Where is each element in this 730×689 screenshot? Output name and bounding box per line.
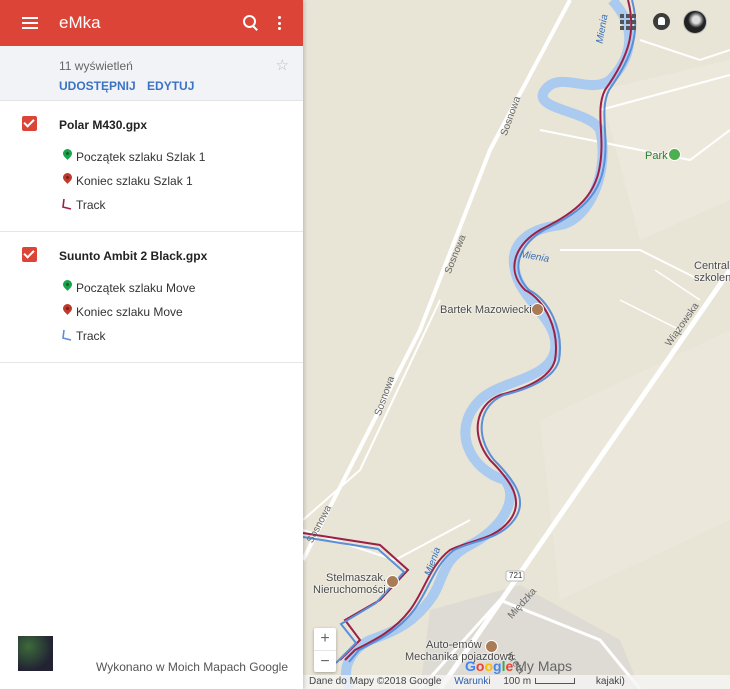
- apps-grid-icon[interactable]: [620, 14, 636, 30]
- attribution-trailing: kajaki): [595, 676, 625, 687]
- user-avatar[interactable]: [683, 10, 707, 34]
- red-track-icon: [62, 198, 72, 210]
- base-map-thumbnail[interactable]: [18, 636, 53, 671]
- list-item[interactable]: Koniec szlaku Szlak 1: [0, 170, 303, 194]
- layer-checkbox[interactable]: [22, 247, 37, 262]
- layer-name[interactable]: Polar M430.gpx: [59, 118, 147, 132]
- poi-stelmaszak-icon[interactable]: [386, 575, 399, 588]
- place-label-central-2: szkolen: [694, 272, 730, 284]
- scale-label: 100 m: [503, 676, 532, 687]
- list-item[interactable]: Track: [0, 325, 303, 349]
- footer-text: Wykonano w Moich Mapach Google: [96, 660, 288, 674]
- layer-polar: Polar M430.gpx Początek szlaku Szlak 1 K…: [0, 101, 303, 232]
- place-label-central: Central: [694, 260, 730, 272]
- zoom-control: + −: [314, 628, 336, 672]
- poi-auto-icon[interactable]: [485, 640, 498, 653]
- edit-button[interactable]: EDYTUJ: [147, 79, 194, 93]
- layer-header: Suunto Ambit 2 Black.gpx: [0, 232, 303, 277]
- map-attribution-bar: Dane do Mapy ©2018 Google Warunki 100 m …: [303, 675, 730, 689]
- park-label: Park: [645, 150, 668, 162]
- poi-label-auto: Auto-emów: [426, 639, 482, 651]
- attribution-text: Dane do Mapy ©2018 Google: [309, 676, 442, 687]
- red-pin-icon: [61, 302, 74, 315]
- poi-bartek-icon[interactable]: [531, 303, 544, 316]
- panel-header: eMka: [0, 0, 303, 46]
- list-item[interactable]: Koniec szlaku Move: [0, 301, 303, 325]
- poi-label-stelmaszak: Stelmaszak.: [326, 572, 386, 584]
- item-label: Początek szlaku Szlak 1: [76, 150, 206, 164]
- search-icon[interactable]: [241, 13, 261, 33]
- green-pin-icon: [61, 147, 74, 160]
- green-pin-icon: [61, 278, 74, 291]
- item-label: Track: [76, 198, 106, 212]
- list-item[interactable]: Początek szlaku Szlak 1: [0, 146, 303, 170]
- layer-suunto: Suunto Ambit 2 Black.gpx Początek szlaku…: [0, 232, 303, 363]
- zoom-out-button[interactable]: −: [314, 650, 336, 672]
- share-button[interactable]: UDOSTĘPNIJ: [59, 79, 136, 93]
- blue-track-icon: [62, 329, 72, 341]
- my-maps-label: My Maps: [515, 658, 573, 674]
- view-count: 11 wyświetleń: [59, 59, 133, 73]
- item-label: Początek szlaku Move: [76, 281, 196, 295]
- item-label: Koniec szlaku Szlak 1: [76, 174, 193, 188]
- list-item[interactable]: Track: [0, 194, 303, 218]
- more-vert-icon[interactable]: [277, 16, 281, 30]
- layer-name[interactable]: Suunto Ambit 2 Black.gpx: [59, 249, 207, 263]
- route-badge: 721: [509, 571, 523, 580]
- red-pin-icon: [61, 171, 74, 184]
- terms-link[interactable]: Warunki: [454, 676, 490, 687]
- google-my-maps-logo: Google My Maps: [465, 658, 573, 674]
- list-item[interactable]: Początek szlaku Move: [0, 277, 303, 301]
- layer-header: Polar M430.gpx: [0, 101, 303, 146]
- notifications-icon[interactable]: [653, 13, 670, 30]
- park-icon[interactable]: [668, 148, 681, 161]
- poi-label-stelmaszak-2: Nieruchomości: [313, 584, 386, 596]
- side-panel: eMka 11 wyświetleń ☆ UDOSTĘPNIJ EDYTUJ P…: [0, 0, 303, 689]
- menu-icon[interactable]: [22, 17, 38, 29]
- map-info: 11 wyświetleń ☆ UDOSTĘPNIJ EDYTUJ: [0, 46, 303, 101]
- item-label: Track: [76, 329, 106, 343]
- map-title[interactable]: eMka: [59, 13, 241, 33]
- map-actions: UDOSTĘPNIJ EDYTUJ: [59, 79, 202, 93]
- layer-checkbox[interactable]: [22, 116, 37, 131]
- poi-label-bartek: Bartek Mazowiecki: [440, 304, 532, 316]
- scale-bar: [535, 678, 576, 685]
- star-icon[interactable]: ☆: [276, 56, 289, 74]
- zoom-in-button[interactable]: +: [314, 628, 336, 650]
- item-label: Koniec szlaku Move: [76, 305, 183, 319]
